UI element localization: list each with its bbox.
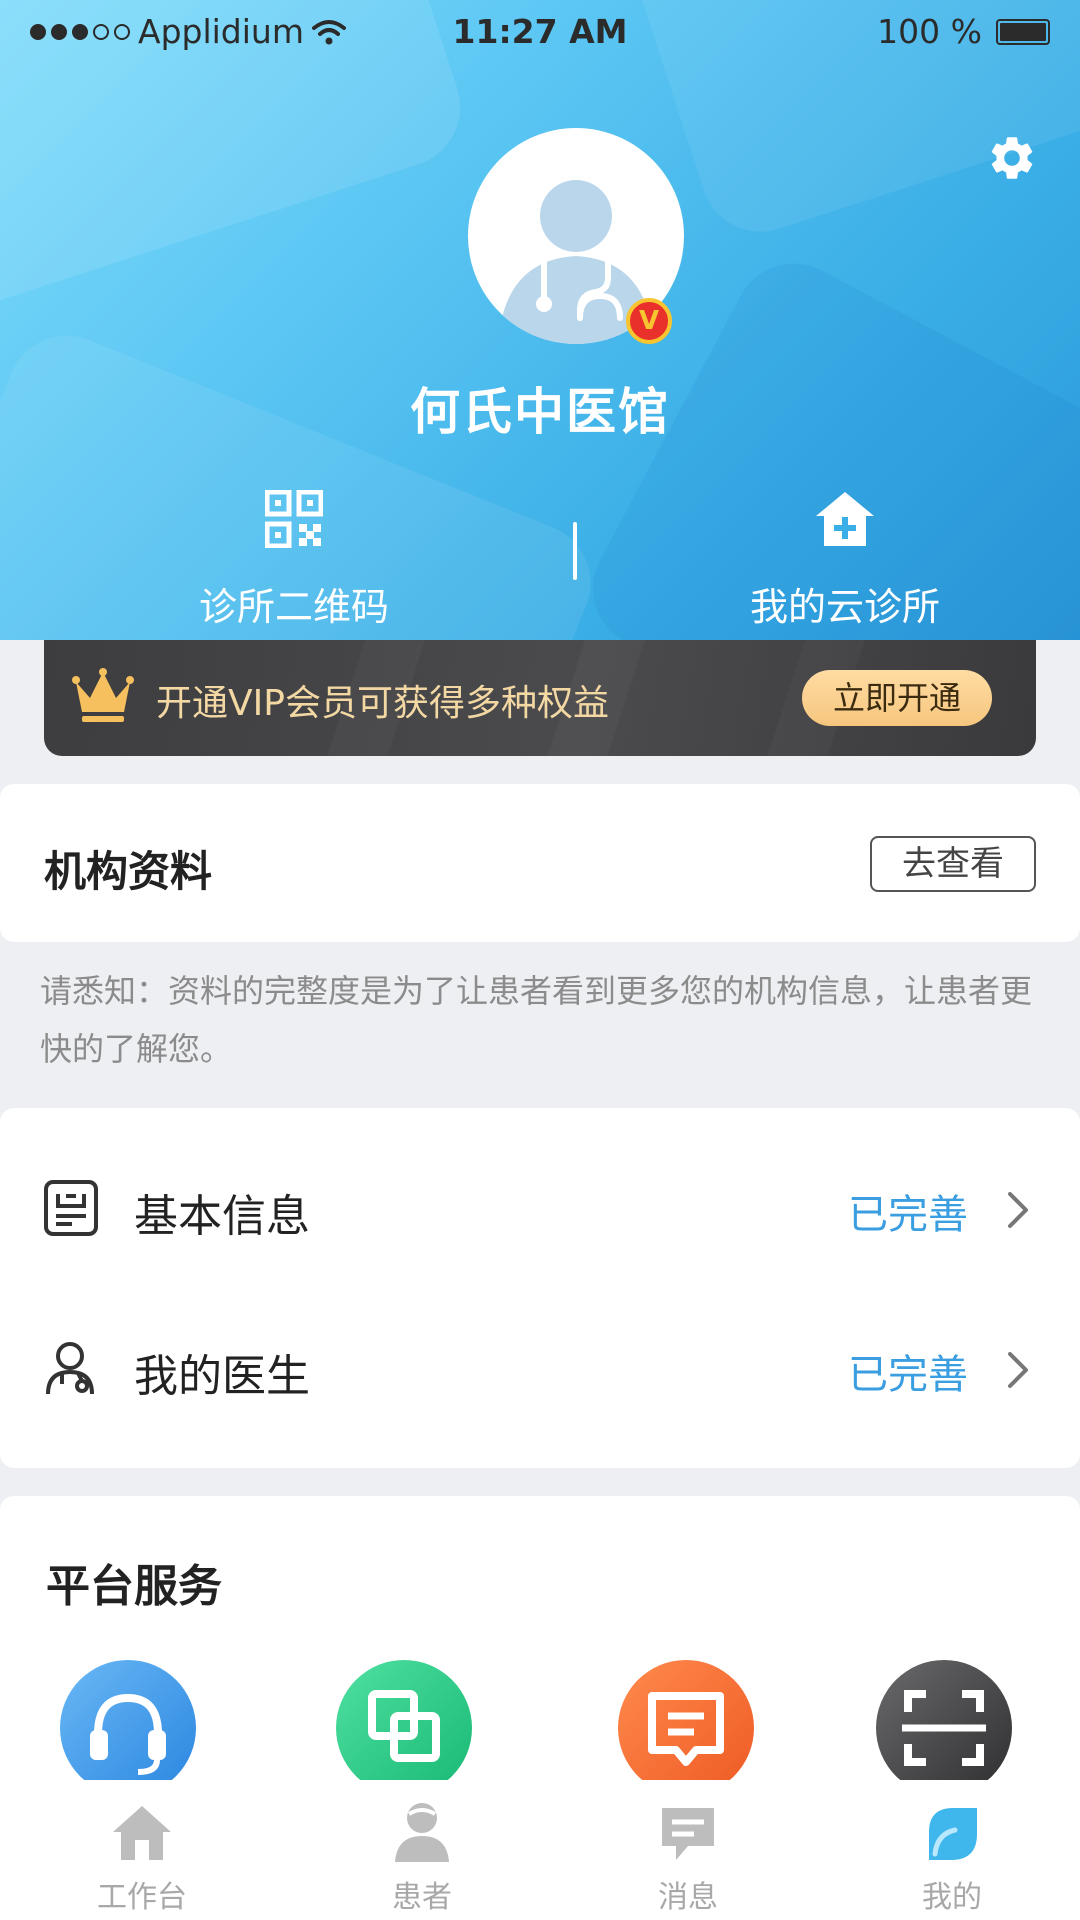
clinic-qr-label: 诊所二维码	[198, 585, 389, 629]
verified-badge: V	[626, 298, 672, 344]
status-bar: Applidium 11:27 AM 100 %	[0, 0, 1080, 64]
clinic-name: 何氏中医馆	[410, 383, 670, 441]
vip-banner[interactable]: 开通VIP会员可获得多种权益 立即开通	[44, 640, 1036, 756]
org-info-card: 机构资料 去查看	[0, 784, 1080, 942]
cloud-clinic-button[interactable]: 我的云诊所	[695, 484, 995, 631]
chat-icon	[648, 1692, 724, 1766]
customer-service-button[interactable]	[60, 1660, 196, 1796]
list-item-my-doctors[interactable]: 我的医生 已完善	[0, 1288, 1080, 1448]
platform-services-title: 平台服务	[46, 1561, 222, 1612]
id-card-icon	[44, 1180, 98, 1236]
list-item-basic-info[interactable]: 基本信息 已完善	[0, 1128, 1080, 1288]
header-divider	[573, 522, 577, 580]
battery-percent: 100 %	[877, 12, 982, 51]
headset-icon	[90, 1693, 166, 1775]
status-text: 已完善	[848, 1192, 968, 1238]
tab-workbench[interactable]: 工作台	[62, 1800, 222, 1916]
message-icon	[662, 1808, 714, 1860]
clinic-qr-button[interactable]: 诊所二维码	[144, 484, 444, 631]
chevron-right-icon	[1008, 1352, 1028, 1388]
scan-icon	[902, 1690, 986, 1766]
qr-code-icon	[265, 490, 323, 548]
battery-icon	[996, 18, 1050, 45]
activate-vip-button[interactable]: 立即开通	[802, 670, 992, 726]
clinic-home-icon	[816, 492, 874, 546]
profile-header: Applidium 11:27 AM 100 % V 何氏中医馆 诊所二维码 我…	[0, 0, 1080, 640]
tab-label: 患者	[392, 1880, 452, 1915]
patient-icon	[395, 1803, 449, 1862]
home-icon	[113, 1806, 171, 1860]
tab-label: 我的	[922, 1880, 982, 1915]
list-item-label: 我的医生	[134, 1351, 310, 1402]
status-text: 已完善	[848, 1352, 968, 1398]
list-item-label: 基本信息	[134, 1191, 310, 1242]
chevron-right-icon	[1008, 1192, 1028, 1228]
vip-promo-text: 开通VIP会员可获得多种权益	[156, 683, 609, 724]
tab-bar: 工作台 患者 消息 我的	[0, 1780, 1080, 1920]
view-org-button[interactable]: 去查看	[870, 836, 1036, 892]
doctor-icon	[46, 1342, 94, 1395]
platform-services-card: 平台服务	[0, 1496, 1080, 1796]
tab-mine[interactable]: 我的	[872, 1800, 1032, 1916]
profile-drop-icon	[929, 1808, 977, 1860]
link-square-icon	[368, 1690, 440, 1762]
crown-icon	[72, 668, 134, 722]
scan-button[interactable]	[876, 1660, 1012, 1796]
tab-messages[interactable]: 消息	[608, 1800, 768, 1916]
cloud-clinic-label: 我的云诊所	[749, 585, 940, 629]
tab-label: 工作台	[97, 1880, 187, 1915]
tab-label: 消息	[658, 1880, 718, 1915]
message-service-button[interactable]	[618, 1660, 754, 1796]
info-list-card: 基本信息 已完善 我的医生 已完善	[0, 1108, 1080, 1468]
gear-icon[interactable]	[986, 132, 1038, 184]
tab-patients[interactable]: 患者	[342, 1800, 502, 1916]
service-link-button[interactable]	[336, 1660, 472, 1796]
org-info-title: 机构资料	[44, 847, 213, 896]
org-info-note: 请悉知：资料的完整度是为了让患者看到更多您的机构信息，让患者更快的了解您。	[40, 972, 1033, 1068]
